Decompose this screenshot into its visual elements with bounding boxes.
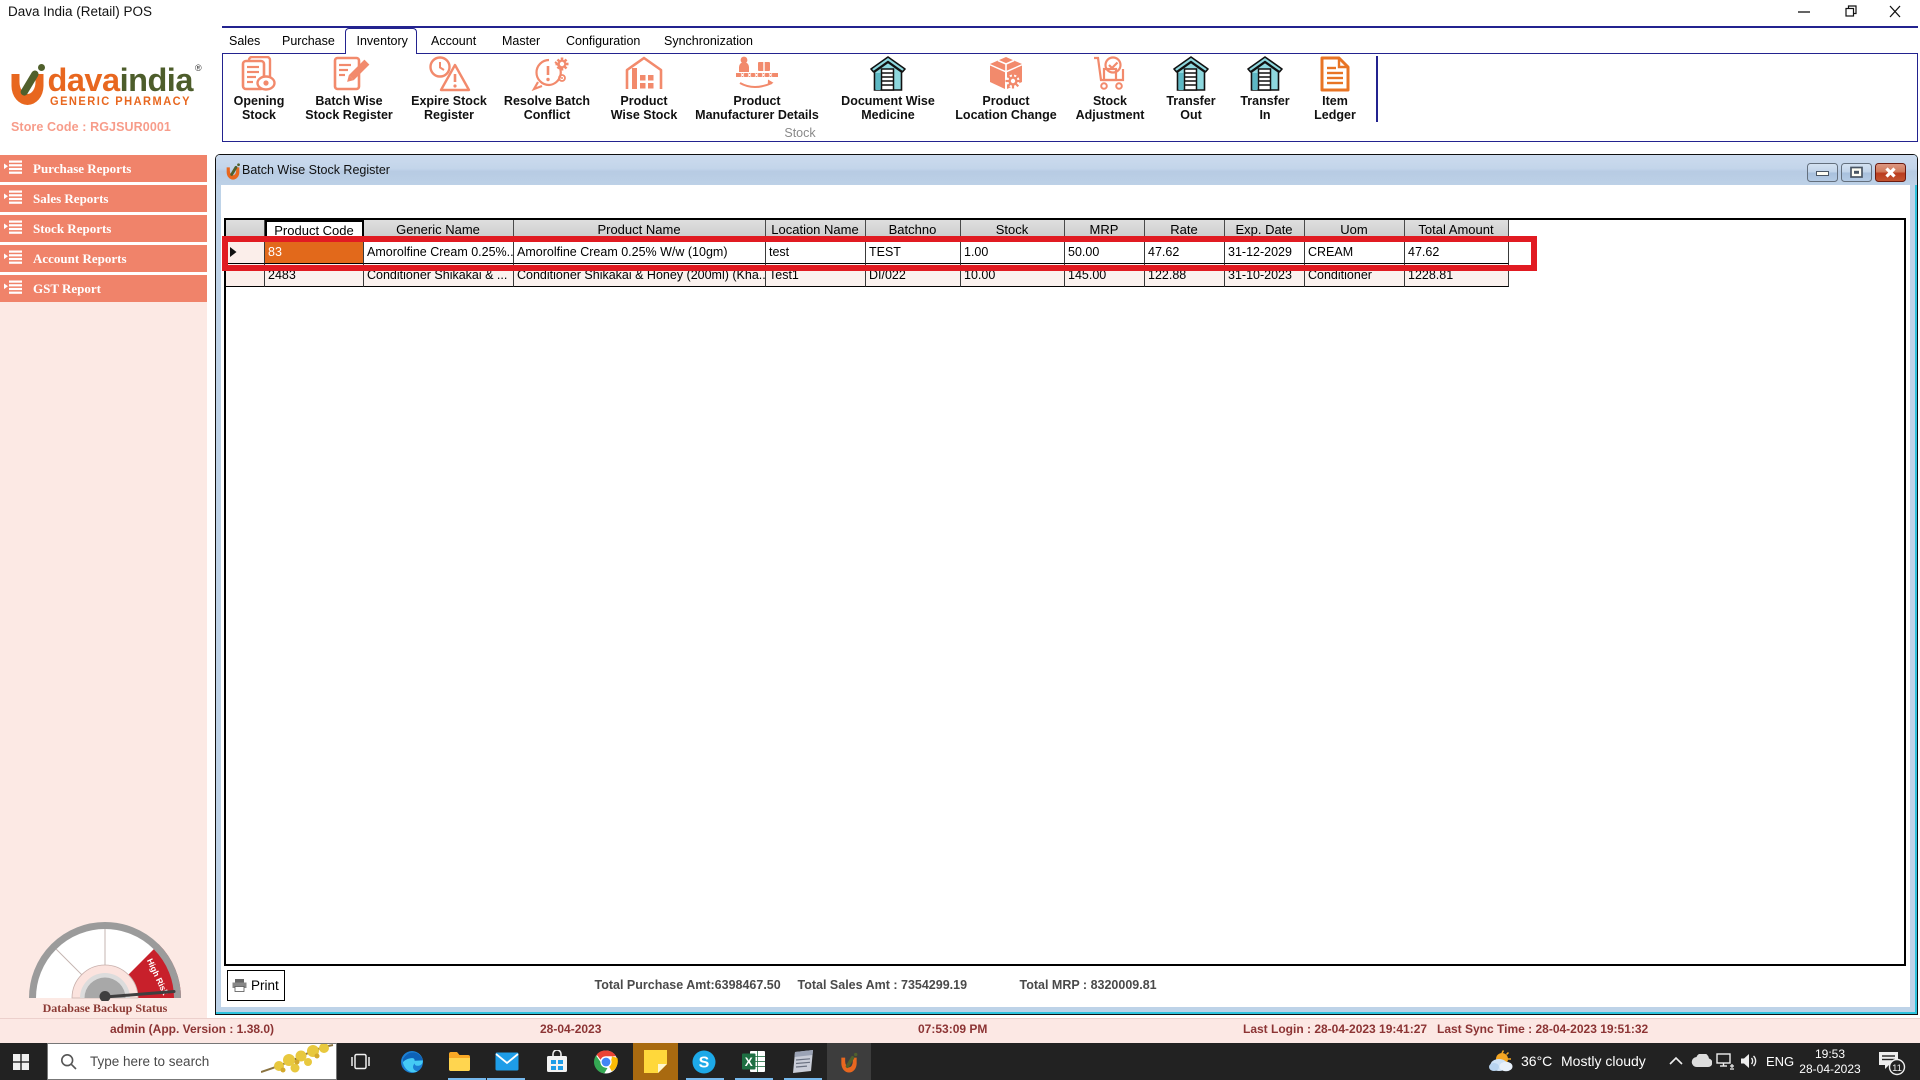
svg-text:®: ® [195, 63, 202, 73]
svg-text:davaindia: davaindia [48, 62, 195, 98]
svg-text:X: X [745, 1055, 753, 1069]
svg-text:S: S [699, 1055, 710, 1072]
svg-text:11: 11 [1892, 1063, 1902, 1074]
